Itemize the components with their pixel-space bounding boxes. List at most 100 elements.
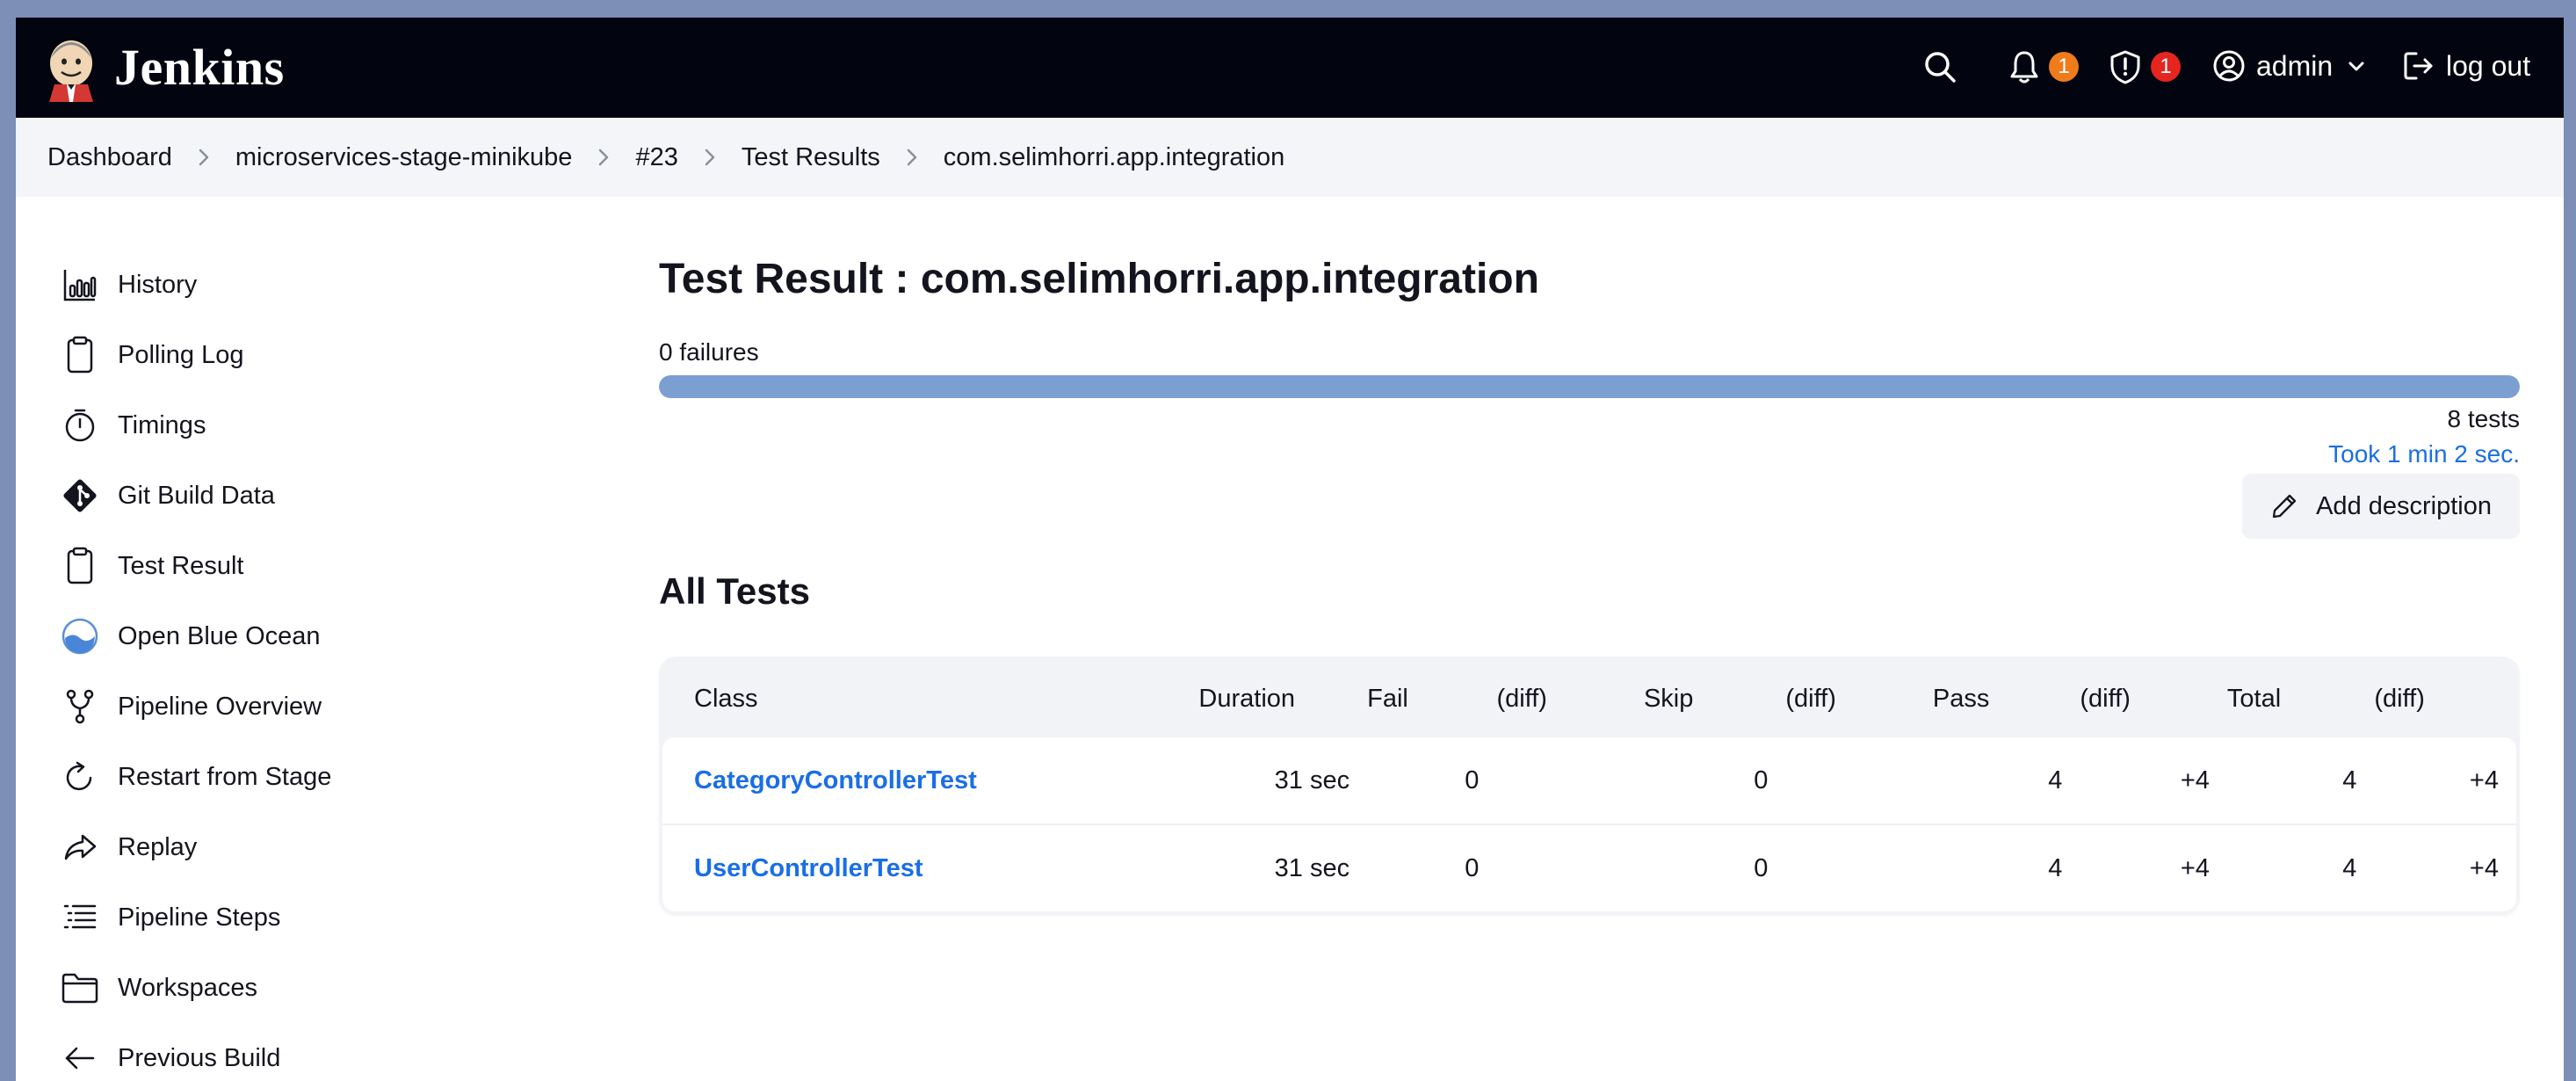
security-button[interactable]: 1: [2109, 49, 2181, 84]
bell-icon: [2010, 51, 2038, 83]
cell-skip-diff: [1776, 823, 1924, 911]
jenkins-home-link[interactable]: Jenkins: [42, 32, 285, 102]
user-name: admin: [2256, 49, 2334, 82]
cell-skip-diff: [1776, 737, 1924, 824]
jenkins-logo-icon: [49, 40, 93, 102]
cell-pass: 4: [2048, 765, 2063, 794]
cell-fail-diff: [1487, 737, 1635, 824]
breadcrumb-job[interactable]: microservices-stage-minikube: [235, 143, 573, 172]
section-title-all-tests: All Tests: [659, 570, 810, 612]
add-description-button[interactable]: Add description: [2242, 474, 2520, 539]
sidebar-item-test-result[interactable]: Test Result: [60, 531, 331, 601]
test-result-progress-bar: [659, 375, 2520, 398]
breadcrumb-package[interactable]: com.selimhorri.app.integration: [944, 143, 1284, 172]
clipboard-icon: [60, 335, 100, 375]
search-icon: [1925, 52, 1956, 83]
sidebar-item-pipeline-overview[interactable]: Pipeline Overview: [60, 671, 331, 742]
breadcrumb: Dashboard microservices-stage-minikube #…: [16, 118, 2564, 197]
top-navigation-bar: Jenkins 1 1 admin log out: [16, 18, 2564, 118]
sidebar-item-timings[interactable]: Timings: [60, 390, 331, 461]
sidebar-item-label: Test Result: [118, 551, 244, 580]
user-avatar-icon: [2213, 50, 2245, 82]
column-header-pass[interactable]: Pass: [1924, 660, 2072, 737]
search-button[interactable]: [1922, 49, 1957, 84]
sidebar-item-label: Timings: [118, 410, 206, 439]
replay-arrow-icon: [60, 827, 100, 867]
cell-fail: 0: [1465, 765, 1480, 794]
notifications-count-badge: 1: [2049, 52, 2079, 82]
sidebar-item-git-build-data[interactable]: Git Build Data: [60, 461, 331, 531]
sidebar-item-label: Restart from Stage: [118, 762, 332, 791]
sidebar-item-polling-log[interactable]: Polling Log: [60, 320, 331, 390]
sidebar-item-open-blue-ocean[interactable]: Open Blue Ocean: [60, 601, 331, 671]
sidebar-item-label: Open Blue Ocean: [118, 621, 321, 650]
table-row: CategoryControllerTest 31 sec 0 0 4 +4 4…: [662, 737, 2516, 824]
clipboard-icon: [60, 546, 100, 586]
column-header-skip-diff[interactable]: (diff): [1776, 660, 1924, 737]
duration-link[interactable]: Took 1 min 2 sec.: [659, 440, 2520, 468]
column-header-class[interactable]: Class: [662, 660, 1190, 737]
chevron-right-icon: [195, 148, 213, 167]
cell-skip: 0: [1634, 823, 1777, 911]
git-icon: [60, 475, 100, 516]
column-header-pass-diff[interactable]: (diff): [2071, 660, 2218, 737]
main-content: Test Result : com.selimhorri.app.integra…: [659, 237, 2520, 915]
security-count-badge: 1: [2151, 52, 2181, 82]
sidebar-item-label: Polling Log: [118, 340, 244, 369]
cell-total-diff: +4: [2469, 765, 2499, 794]
table-row: UserControllerTest 31 sec 0 0 4 +4 4 +4: [662, 823, 2516, 911]
sidebar-item-label: Git Build Data: [118, 481, 275, 510]
column-header-skip[interactable]: Skip: [1635, 660, 1776, 737]
table-header-row: Class Duration Fail (diff) Skip (diff) P…: [662, 660, 2516, 737]
sidebar-item-label: Pipeline Steps: [118, 903, 281, 932]
shield-alert-icon: [2110, 50, 2140, 84]
cell-duration: 31 sec: [1274, 765, 1350, 794]
failures-summary: 0 failures: [659, 338, 759, 366]
page-title: Test Result : com.selimhorri.app.integra…: [659, 256, 1539, 302]
sidebar-item-previous-build[interactable]: Previous Build: [60, 1023, 331, 1081]
pencil-icon: [2272, 494, 2297, 519]
folder-icon: [60, 968, 100, 1008]
tests-count: 8 tests: [2447, 405, 2520, 432]
sidebar-item-label: Pipeline Overview: [118, 692, 322, 721]
add-description-label: Add description: [2316, 491, 2492, 520]
cell-total: 4: [2218, 823, 2366, 911]
chevron-right-icon: [595, 148, 612, 167]
sidebar: History Polling Log Timings Git Build Da…: [60, 250, 331, 1081]
column-header-fail-diff[interactable]: (diff): [1487, 660, 1635, 737]
chevron-right-icon: [701, 148, 719, 167]
test-class-link[interactable]: UserControllerTest: [694, 854, 923, 882]
test-class-link[interactable]: CategoryControllerTest: [694, 766, 977, 794]
cell-fail-diff: [1487, 823, 1635, 911]
logout-button[interactable]: log out: [2402, 49, 2530, 83]
notifications-button[interactable]: 1: [2008, 49, 2079, 84]
sidebar-item-history[interactable]: History: [60, 250, 331, 320]
chevron-right-icon: [903, 148, 921, 167]
sidebar-item-replay[interactable]: Replay: [60, 812, 331, 882]
history-chart-icon: [60, 265, 100, 305]
sidebar-item-pipeline-steps[interactable]: Pipeline Steps: [60, 882, 331, 953]
browser-window: Jenkins 1 1 admin log out Dashboard micr…: [16, 18, 2564, 1081]
cell-duration: 31 sec: [1190, 823, 1359, 911]
cell-pass: 4: [1923, 823, 2072, 911]
column-header-fail[interactable]: Fail: [1358, 660, 1487, 737]
cell-fail: 0: [1358, 823, 1488, 911]
pipeline-branch-icon: [60, 686, 100, 727]
sidebar-item-workspaces[interactable]: Workspaces: [60, 953, 331, 1023]
column-header-total[interactable]: Total: [2218, 660, 2366, 737]
sidebar-item-label: History: [118, 270, 198, 299]
all-tests-table: Class Duration Fail (diff) Skip (diff) P…: [659, 657, 2520, 915]
cell-pass-diff: +4: [2180, 765, 2210, 794]
breadcrumb-dashboard[interactable]: Dashboard: [47, 143, 172, 172]
steps-list-icon: [60, 897, 100, 938]
column-header-duration[interactable]: Duration: [1190, 660, 1358, 737]
sidebar-item-restart-from-stage[interactable]: Restart from Stage: [60, 742, 331, 812]
logout-label: log out: [2446, 49, 2531, 82]
breadcrumb-test-results[interactable]: Test Results: [742, 143, 880, 172]
chevron-down-icon: [2348, 62, 2364, 71]
sidebar-item-label: Replay: [118, 832, 198, 861]
column-header-total-diff[interactable]: (diff): [2365, 660, 2516, 737]
user-menu[interactable]: admin: [2212, 49, 2366, 83]
cell-total-diff: +4: [2365, 823, 2516, 911]
breadcrumb-build[interactable]: #23: [635, 143, 677, 172]
